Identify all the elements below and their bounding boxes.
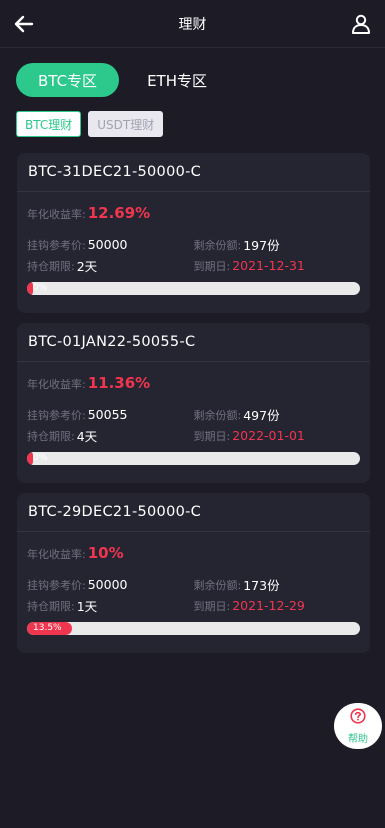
expiry-value: 2022-01-01 — [232, 428, 305, 443]
yield-value: 10% — [87, 544, 124, 562]
progress-text: 0% — [33, 283, 48, 293]
user-icon[interactable] — [349, 12, 373, 36]
ref-price-label: 挂钩参考价: — [27, 408, 86, 422]
zone-tabs: BTC专区 ETH专区 — [0, 48, 385, 98]
ref-price-label: 挂钩参考价: — [27, 578, 86, 592]
help-button[interactable]: 帮助 — [334, 703, 382, 749]
product-name: BTC-01JAN22-50055-C — [17, 323, 370, 362]
help-label: 帮助 — [348, 733, 368, 745]
progress-bar: 0% — [27, 282, 360, 295]
remaining-value: 497份 — [243, 408, 280, 423]
product-name: BTC-31DEC21-50000-C — [17, 153, 370, 192]
product-card[interactable]: BTC-01JAN22-50055-C 年化收益率: 11.36% 挂钩参考价:… — [17, 323, 370, 483]
expiry-value: 2021-12-29 — [232, 598, 305, 613]
ref-price-value: 50000 — [87, 577, 128, 592]
back-arrow-icon[interactable] — [12, 12, 36, 36]
remaining-label: 剩余份额: — [193, 578, 242, 592]
ref-price-value: 50000 — [87, 237, 128, 252]
tab-usdt-finance[interactable]: USDT理财 — [88, 111, 164, 137]
product-list: BTC-31DEC21-50000-C 年化收益率: 12.69% 挂钩参考价:… — [0, 137, 385, 653]
period-label: 持仓期限: — [27, 599, 75, 613]
yield-value: 12.69% — [87, 204, 151, 222]
sub-tabs: BTC理财 USDT理财 — [0, 98, 385, 137]
header: 理财 — [0, 0, 385, 48]
yield-value: 11.36% — [87, 374, 151, 392]
tab-btc-zone[interactable]: BTC专区 — [16, 63, 120, 97]
period-label: 持仓期限: — [27, 429, 75, 443]
ref-price-value: 50055 — [87, 407, 128, 422]
period-label: 持仓期限: — [27, 259, 75, 273]
product-name: BTC-29DEC21-50000-C — [17, 493, 370, 532]
remaining-value: 173份 — [243, 578, 280, 593]
yield-label: 年化收益率: — [27, 548, 86, 561]
product-card[interactable]: BTC-31DEC21-50000-C 年化收益率: 12.69% 挂钩参考价:… — [17, 153, 370, 313]
page-title: 理财 — [178, 16, 207, 33]
question-circle-icon — [350, 707, 366, 728]
period-value: 4天 — [76, 429, 98, 444]
expiry-label: 到期日: — [193, 429, 231, 443]
period-value: 1天 — [76, 599, 98, 614]
tab-eth-zone[interactable]: ETH专区 — [125, 63, 229, 97]
yield-label: 年化收益率: — [27, 208, 86, 221]
yield-label: 年化收益率: — [27, 378, 86, 391]
expiry-label: 到期日: — [193, 599, 231, 613]
expiry-label: 到期日: — [193, 259, 231, 273]
expiry-value: 2021-12-31 — [232, 258, 305, 273]
tab-btc-finance[interactable]: BTC理财 — [16, 111, 82, 137]
ref-price-label: 挂钩参考价: — [27, 238, 86, 252]
remaining-label: 剩余份额: — [193, 238, 242, 252]
period-value: 2天 — [76, 259, 98, 274]
progress-bar: 0% — [27, 452, 360, 465]
remaining-label: 剩余份额: — [193, 408, 242, 422]
progress-text: 0% — [33, 453, 48, 463]
progress-text: 13.5% — [33, 623, 62, 633]
product-card[interactable]: BTC-29DEC21-50000-C 年化收益率: 10% 挂钩参考价: 50… — [17, 493, 370, 653]
progress-bar: 13.5% — [27, 622, 360, 635]
remaining-value: 197份 — [243, 238, 280, 253]
